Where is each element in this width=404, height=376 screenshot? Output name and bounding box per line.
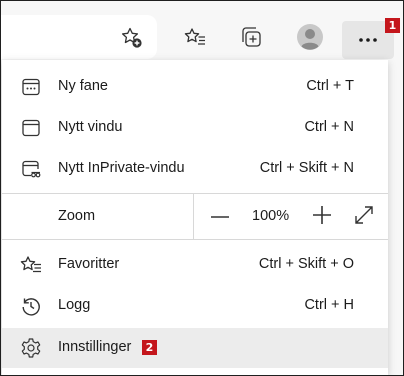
divider [193, 193, 194, 239]
menu-item-shortcut: Ctrl + T [306, 78, 354, 94]
zoom-out-button[interactable] [208, 205, 232, 229]
menu-item-label: Logg [58, 297, 91, 313]
menu-item-label: Nytt vindu [58, 119, 123, 135]
collections-icon[interactable] [237, 23, 265, 51]
menu-item-new-inprivate-window[interactable]: Nytt InPrivate-vindu Ctrl + Skift + N [2, 149, 388, 189]
menu-item-label: Innstillinger [58, 339, 132, 355]
settings-and-more-menu: Ny fane Ctrl + T Nytt vindu Ctrl + N Nyt… [2, 60, 388, 375]
menu-item-label: Favoritter [58, 256, 120, 272]
new-tab-icon [20, 76, 42, 98]
browser-window: 1 Ny fane Ctrl + T Nytt vindu Ctrl + N N… [0, 0, 404, 376]
menu-item-label: Ny fane [58, 78, 108, 94]
menu-item-shortcut: Ctrl + N [304, 119, 354, 135]
plus-icon [313, 206, 331, 224]
fullscreen-button[interactable] [351, 202, 377, 228]
menu-item-label: Nytt InPrivate-vindu [58, 160, 185, 176]
step-badge-2: 2 [142, 340, 157, 355]
menu-item-shortcut: Ctrl + H [304, 297, 354, 313]
menu-item-new-window[interactable]: Nytt vindu Ctrl + N [2, 108, 388, 148]
add-to-favorites-icon[interactable] [117, 23, 145, 51]
menu-item-favorites[interactable]: Favoritter Ctrl + Skift + O [2, 245, 388, 285]
zoom-level: 100% [252, 208, 290, 224]
fullscreen-icon [355, 206, 373, 224]
menu-item-settings[interactable]: Innstillinger 2 [2, 328, 388, 368]
history-icon [20, 295, 42, 317]
menu-item-shortcut: Ctrl + Skift + N [259, 160, 354, 176]
zoom-label: Zoom [58, 208, 96, 224]
step-badge-1: 1 [385, 18, 400, 33]
zoom-in-button[interactable] [310, 203, 334, 227]
profile-avatar-icon[interactable] [296, 23, 324, 51]
inprivate-icon [20, 158, 42, 180]
favorites-icon[interactable] [181, 23, 209, 51]
toolbar: 1 [1, 1, 403, 59]
divider [2, 193, 388, 194]
divider [2, 239, 388, 240]
minus-icon [211, 216, 229, 218]
menu-item-history[interactable]: Logg Ctrl + H [2, 286, 388, 326]
menu-item-new-tab[interactable]: Ny fane Ctrl + T [2, 67, 388, 107]
more-icon [359, 38, 377, 42]
gear-icon [20, 337, 42, 359]
favorites-icon [20, 254, 42, 276]
menu-item-shortcut: Ctrl + Skift + O [258, 256, 354, 272]
new-window-icon [20, 117, 42, 139]
